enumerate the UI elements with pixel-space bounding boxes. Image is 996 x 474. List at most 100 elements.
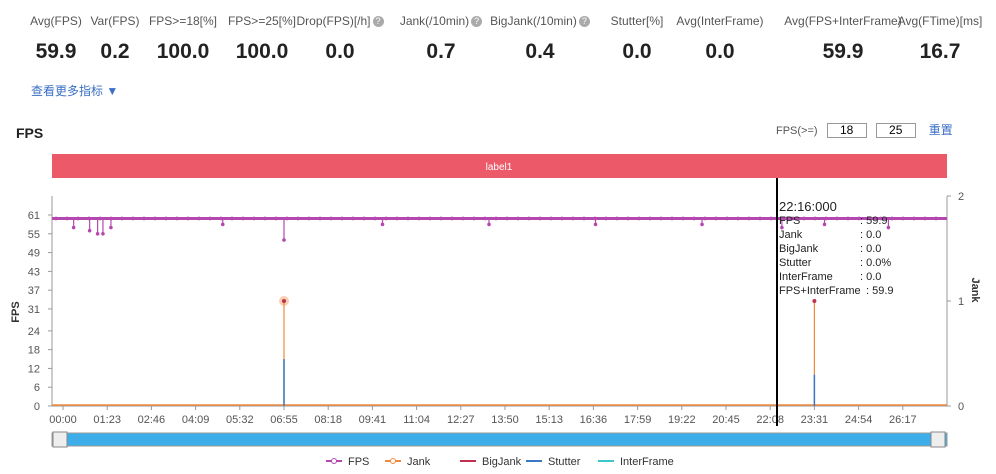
fps-point <box>758 216 762 221</box>
legend-marker <box>331 458 337 464</box>
fps-point <box>384 216 388 221</box>
fps-point <box>802 216 806 221</box>
fps-point <box>615 216 619 221</box>
fps-point <box>274 216 278 221</box>
y2-axis-title: Jank <box>969 277 981 303</box>
legend-item[interactable]: BigJank <box>482 456 522 468</box>
y-tick-label: 37 <box>28 285 40 297</box>
x-tick-label: 23:31 <box>801 414 829 426</box>
fps-dip-point <box>593 222 598 227</box>
tooltip-key: BigJank <box>779 243 819 255</box>
x-tick-label: 24:54 <box>845 414 873 426</box>
fps-point <box>230 216 234 221</box>
tooltip-key: FPS+InterFrame <box>779 285 861 297</box>
fps-point <box>901 216 905 221</box>
y-tick-label: 49 <box>28 248 40 260</box>
fps-dip-point <box>71 225 76 230</box>
fps-point <box>505 216 509 221</box>
fps-point <box>318 216 322 221</box>
slider-handle-left[interactable] <box>52 431 68 448</box>
x-tick-label: 09:41 <box>359 414 387 426</box>
x-tick-label: 00:00 <box>49 414 77 426</box>
tooltip-key: Jank <box>779 229 803 241</box>
fps-point <box>175 216 179 221</box>
tooltip-key: InterFrame <box>779 271 833 283</box>
fps-dip-point <box>220 222 225 227</box>
fps-point <box>516 216 520 221</box>
fps-point <box>692 216 696 221</box>
y2-tick-label: 1 <box>958 296 964 308</box>
y2-tick-label: 0 <box>958 401 964 413</box>
legend-marker <box>390 458 396 464</box>
x-tick-label: 20:45 <box>712 414 740 426</box>
y2-tick-label: 2 <box>958 191 964 203</box>
x-tick-label: 05:32 <box>226 414 254 426</box>
fps-point <box>296 216 300 221</box>
fps-point <box>252 216 256 221</box>
x-tick-label: 01:23 <box>93 414 121 426</box>
y-tick-label: 24 <box>28 326 40 338</box>
fps-point <box>351 216 355 221</box>
legend-item[interactable]: FPS <box>348 456 369 468</box>
fps-dip-point <box>101 231 105 236</box>
y-tick-label: 6 <box>34 382 40 394</box>
y-tick-label: 0 <box>34 401 40 413</box>
y-tick-label: 43 <box>28 266 40 278</box>
y-tick-label: 18 <box>28 345 40 357</box>
fps-point <box>736 216 740 221</box>
fps-point <box>142 216 146 221</box>
x-tick-label: 13:50 <box>491 414 519 426</box>
fps-point <box>681 216 685 221</box>
legend-item[interactable]: InterFrame <box>620 456 674 468</box>
fps-chart[interactable]: label10612182431374349556101200:00 01:23 0… <box>0 0 996 474</box>
fps-point <box>461 216 465 221</box>
tooltip-value: : 0.0 <box>860 229 881 241</box>
fps-point <box>428 216 432 221</box>
x-tick-label: 08:18 <box>314 414 342 426</box>
fps-point <box>87 216 91 221</box>
fps-point <box>835 216 839 221</box>
fps-point <box>98 216 102 221</box>
fps-dip-point <box>822 222 827 227</box>
fps-point <box>912 216 916 221</box>
fps-point <box>164 216 168 221</box>
fps-point <box>813 216 817 221</box>
fps-point <box>450 216 454 221</box>
jank-point <box>812 299 817 303</box>
fps-dip-point <box>380 222 385 227</box>
fps-point <box>604 216 608 221</box>
y-tick-label: 61 <box>28 210 40 222</box>
fps-point <box>637 216 641 221</box>
fps-point <box>648 216 652 221</box>
fps-point <box>747 216 751 221</box>
fps-point <box>769 216 773 221</box>
fps-point <box>65 216 69 221</box>
y-tick-label: 55 <box>28 229 40 241</box>
tooltip-value: : 59.9 <box>866 285 894 297</box>
fps-point <box>186 216 190 221</box>
label-band-text: label1 <box>486 162 513 173</box>
slider-handle-right[interactable] <box>930 431 946 448</box>
x-tick-label: 15:13 <box>535 414 563 426</box>
fps-point <box>307 216 311 221</box>
fps-point <box>241 216 245 221</box>
fps-point <box>527 216 531 221</box>
x-tick-label: 04:09 <box>182 414 210 426</box>
fps-point <box>934 216 938 221</box>
fps-point <box>670 216 674 221</box>
legend-item[interactable]: Stutter <box>548 456 581 468</box>
fps-point <box>131 216 135 221</box>
tooltip-value: : 0.0% <box>860 257 891 269</box>
fps-point <box>285 216 289 221</box>
fps-point <box>626 216 630 221</box>
fps-dip-point <box>87 228 92 233</box>
fps-point <box>923 216 927 221</box>
x-tick-label: 06:55 <box>270 414 298 426</box>
fps-point <box>846 216 850 221</box>
legend-item[interactable]: Jank <box>407 456 431 468</box>
tooltip-key: Stutter <box>779 257 812 269</box>
fps-point <box>406 216 410 221</box>
x-tick-label: 19:22 <box>668 414 696 426</box>
tooltip-value: : 0.0 <box>860 243 881 255</box>
fps-dip-point <box>282 238 286 242</box>
